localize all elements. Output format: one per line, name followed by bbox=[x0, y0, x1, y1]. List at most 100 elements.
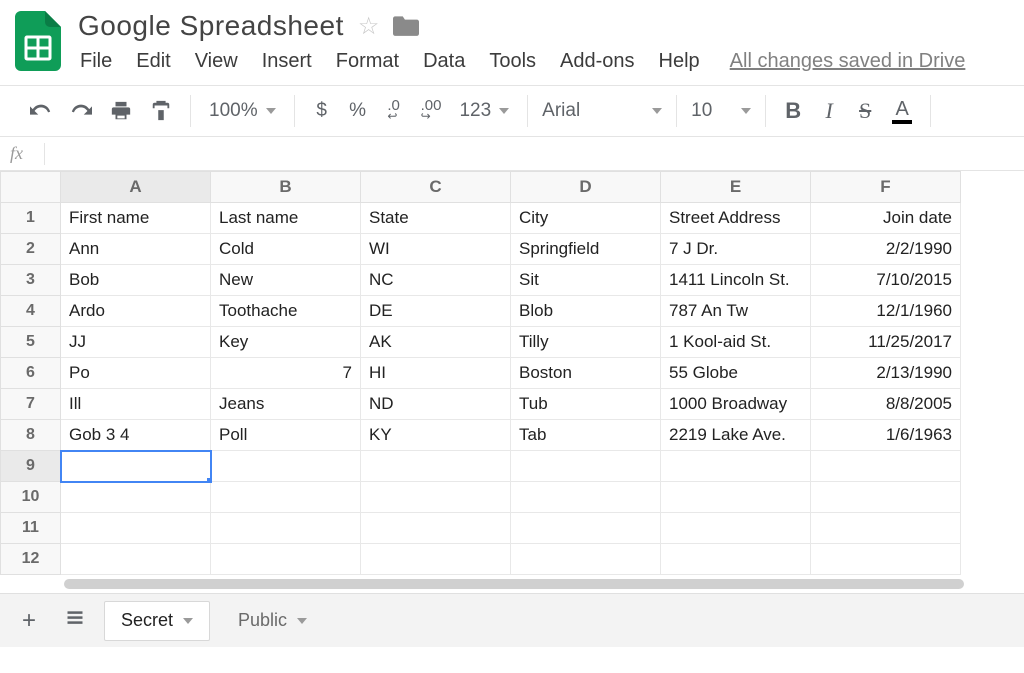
row-header[interactable]: 5 bbox=[1, 327, 61, 358]
star-icon[interactable]: ☆ bbox=[358, 12, 380, 41]
cell[interactable]: Tub bbox=[511, 389, 661, 420]
cell[interactable]: 1 Kool-aid St. bbox=[661, 327, 811, 358]
cell[interactable] bbox=[211, 544, 361, 575]
cell[interactable] bbox=[361, 544, 511, 575]
text-color-button[interactable]: A bbox=[888, 96, 916, 126]
cell[interactable]: 1411 Lincoln St. bbox=[661, 265, 811, 296]
cell[interactable] bbox=[61, 513, 211, 544]
paint-format-button[interactable] bbox=[146, 96, 176, 126]
column-header[interactable]: A bbox=[61, 172, 211, 203]
row-header[interactable]: 7 bbox=[1, 389, 61, 420]
cell[interactable]: 2/2/1990 bbox=[811, 234, 961, 265]
print-button[interactable] bbox=[106, 96, 136, 126]
cell[interactable] bbox=[61, 451, 211, 482]
redo-button[interactable] bbox=[66, 96, 96, 126]
cell[interactable]: DE bbox=[361, 296, 511, 327]
cell[interactable] bbox=[811, 513, 961, 544]
cell[interactable]: Blob bbox=[511, 296, 661, 327]
cell[interactable]: 1000 Broadway bbox=[661, 389, 811, 420]
cell[interactable]: 7 bbox=[211, 358, 361, 389]
column-header[interactable]: F bbox=[811, 172, 961, 203]
row-header[interactable]: 10 bbox=[1, 482, 61, 513]
cell[interactable] bbox=[211, 513, 361, 544]
cell[interactable]: AK bbox=[361, 327, 511, 358]
cell[interactable]: Sit bbox=[511, 265, 661, 296]
menu-edit[interactable]: Edit bbox=[136, 50, 170, 73]
cell[interactable] bbox=[661, 451, 811, 482]
column-header[interactable]: D bbox=[511, 172, 661, 203]
cell[interactable]: KY bbox=[361, 420, 511, 451]
cell[interactable] bbox=[661, 544, 811, 575]
spreadsheet-grid[interactable]: ABCDEF1First nameLast nameStateCityStree… bbox=[0, 171, 1024, 575]
sheet-tab-active[interactable]: Secret bbox=[104, 601, 210, 641]
cell[interactable] bbox=[811, 544, 961, 575]
menu-addons[interactable]: Add-ons bbox=[560, 50, 635, 73]
row-header[interactable]: 8 bbox=[1, 420, 61, 451]
more-formats-dropdown[interactable]: 123 bbox=[455, 100, 513, 122]
formula-input[interactable] bbox=[53, 144, 1014, 163]
cell[interactable]: 11/25/2017 bbox=[811, 327, 961, 358]
column-header[interactable]: E bbox=[661, 172, 811, 203]
cell[interactable] bbox=[661, 482, 811, 513]
cell[interactable]: 7/10/2015 bbox=[811, 265, 961, 296]
cell[interactable]: Boston bbox=[511, 358, 661, 389]
font-size-dropdown[interactable]: 10 bbox=[691, 86, 751, 136]
format-currency-button[interactable]: $ bbox=[309, 96, 335, 126]
cell[interactable]: Toothache bbox=[211, 296, 361, 327]
cell[interactable]: Poll bbox=[211, 420, 361, 451]
cell[interactable] bbox=[511, 482, 661, 513]
menu-view[interactable]: View bbox=[195, 50, 238, 73]
cell[interactable]: Tilly bbox=[511, 327, 661, 358]
cell[interactable] bbox=[511, 544, 661, 575]
cell[interactable]: Jeans bbox=[211, 389, 361, 420]
row-header[interactable]: 9 bbox=[1, 451, 61, 482]
format-percent-button[interactable]: % bbox=[345, 96, 371, 126]
add-sheet-button[interactable]: + bbox=[12, 607, 46, 635]
cell[interactable]: HI bbox=[361, 358, 511, 389]
cell[interactable]: Key bbox=[211, 327, 361, 358]
menu-data[interactable]: Data bbox=[423, 50, 465, 73]
column-header[interactable]: B bbox=[211, 172, 361, 203]
folder-icon[interactable] bbox=[393, 14, 419, 39]
cell[interactable] bbox=[811, 482, 961, 513]
menu-insert[interactable]: Insert bbox=[262, 50, 312, 73]
horizontal-scrollbar[interactable] bbox=[0, 575, 1024, 593]
cell[interactable]: First name bbox=[61, 203, 211, 234]
cell[interactable] bbox=[661, 513, 811, 544]
row-header[interactable]: 3 bbox=[1, 265, 61, 296]
cell[interactable]: NC bbox=[361, 265, 511, 296]
cell[interactable]: New bbox=[211, 265, 361, 296]
cell[interactable] bbox=[211, 451, 361, 482]
cell[interactable]: Cold bbox=[211, 234, 361, 265]
menu-format[interactable]: Format bbox=[336, 50, 399, 73]
cell[interactable]: 787 An Tw bbox=[661, 296, 811, 327]
row-header[interactable]: 1 bbox=[1, 203, 61, 234]
italic-button[interactable]: I bbox=[816, 96, 842, 126]
cell[interactable]: 1/6/1963 bbox=[811, 420, 961, 451]
font-family-dropdown[interactable]: Arial bbox=[542, 86, 662, 136]
decrease-decimal-button[interactable]: .0 ↩ bbox=[381, 96, 407, 126]
row-header[interactable]: 4 bbox=[1, 296, 61, 327]
zoom-dropdown[interactable]: 100% bbox=[205, 100, 280, 122]
cell[interactable] bbox=[511, 451, 661, 482]
cell[interactable] bbox=[361, 513, 511, 544]
cell[interactable]: State bbox=[361, 203, 511, 234]
cell[interactable]: Springfield bbox=[511, 234, 661, 265]
cell[interactable]: 55 Globe bbox=[661, 358, 811, 389]
cell[interactable] bbox=[211, 482, 361, 513]
cell[interactable] bbox=[811, 451, 961, 482]
all-sheets-button[interactable] bbox=[58, 607, 92, 635]
row-header[interactable]: 2 bbox=[1, 234, 61, 265]
select-all-corner[interactable] bbox=[1, 172, 61, 203]
menu-file[interactable]: File bbox=[80, 50, 112, 73]
sheet-tab-inactive[interactable]: Public bbox=[222, 601, 323, 641]
cell[interactable]: Ardo bbox=[61, 296, 211, 327]
bold-button[interactable]: B bbox=[780, 96, 806, 126]
cell[interactable]: Ill bbox=[61, 389, 211, 420]
cell[interactable]: ND bbox=[361, 389, 511, 420]
row-header[interactable]: 11 bbox=[1, 513, 61, 544]
cell[interactable] bbox=[61, 482, 211, 513]
cell[interactable]: JJ bbox=[61, 327, 211, 358]
strikethrough-button[interactable]: S bbox=[852, 96, 878, 126]
cell[interactable]: Tab bbox=[511, 420, 661, 451]
